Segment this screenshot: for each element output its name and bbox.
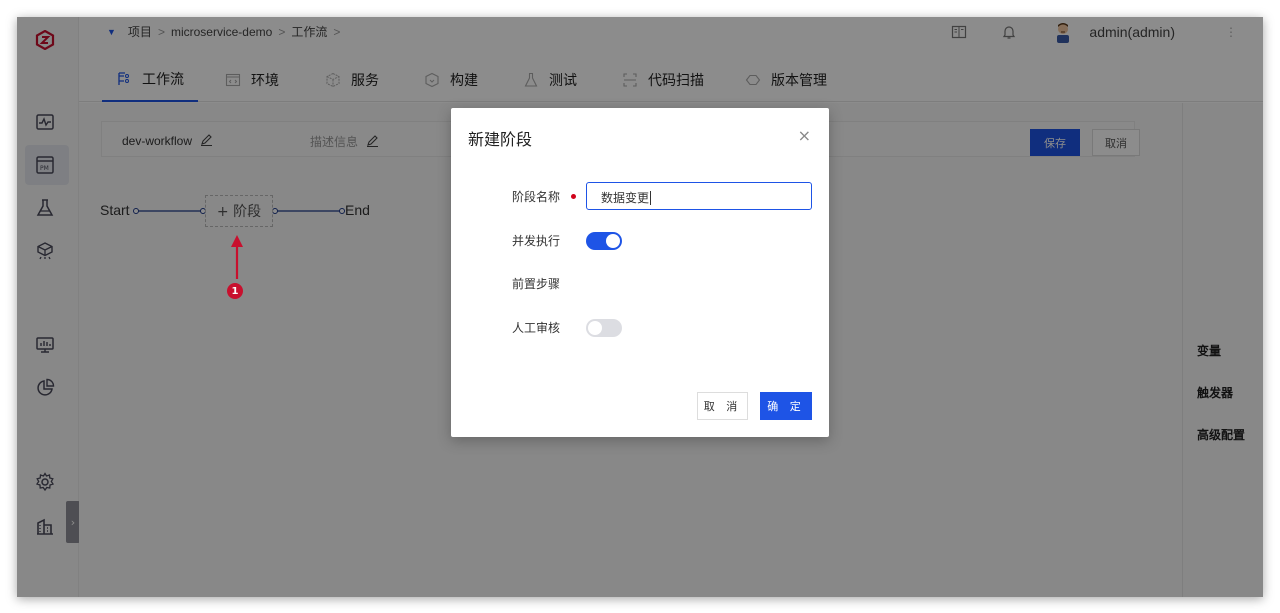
stage-name-label: 阶段名称: [512, 190, 561, 204]
text-cursor: [650, 191, 652, 205]
approval-label: 人工审核: [512, 321, 561, 335]
required-marker: [571, 194, 576, 199]
toggle-knob: [588, 321, 602, 335]
parallel-label: 并发执行: [512, 234, 561, 248]
pre-steps-label: 前置步骤: [512, 277, 561, 291]
dialog-confirm-button[interactable]: 确 定: [760, 392, 812, 420]
toggle-knob: [606, 234, 620, 248]
app-window: PM › ▼ 项目 > microservice-demo > 工作流 > ad…: [17, 17, 1263, 597]
stage-name-input[interactable]: 数据变更: [586, 182, 812, 210]
close-icon[interactable]: ×: [798, 126, 811, 145]
annotation-badge-1: 1: [227, 283, 243, 299]
dialog-title: 新建阶段: [468, 130, 533, 149]
dialog-cancel-button[interactable]: 取 消: [697, 392, 748, 420]
stage-name-value: 数据变更: [601, 191, 650, 205]
parallel-toggle[interactable]: [586, 232, 622, 250]
approval-toggle[interactable]: [586, 319, 622, 337]
new-stage-dialog: 新建阶段 × 阶段名称 数据变更 并发执行 前置步骤 人工审核 取 消 确 定: [451, 108, 829, 437]
